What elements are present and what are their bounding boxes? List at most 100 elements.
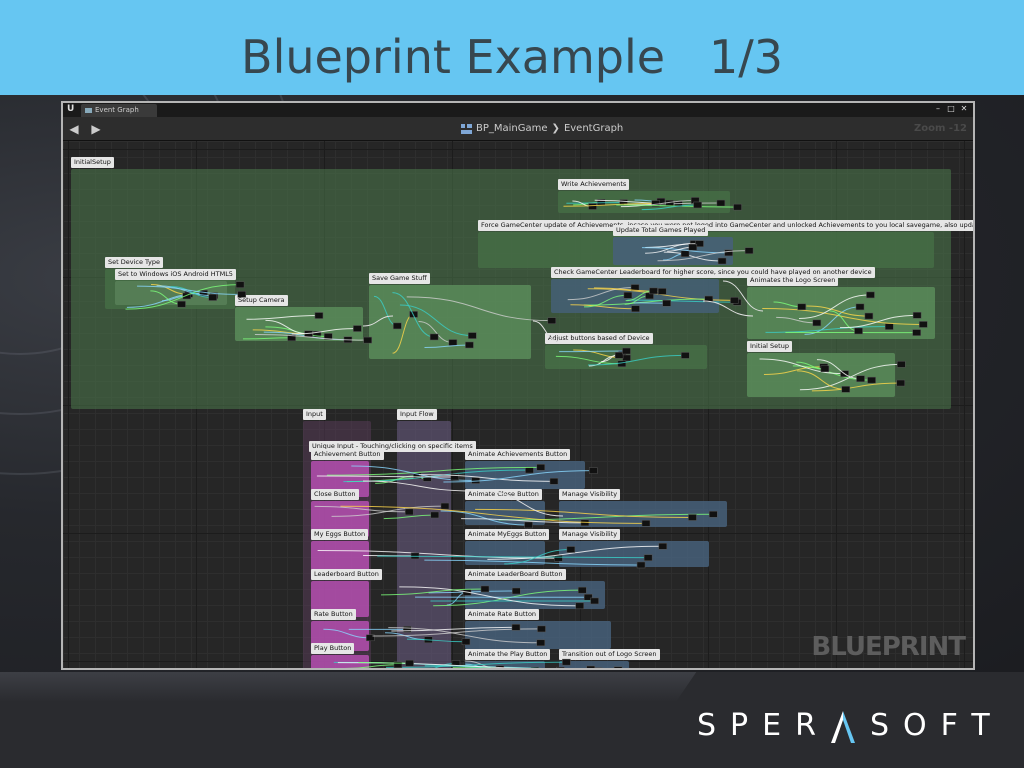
graph-node [797,303,806,311]
wire [440,510,529,526]
graph-node [631,305,640,313]
graph-node [363,336,372,344]
graph-node [590,597,599,605]
graph-node [688,514,697,521]
wire [532,320,559,342]
graph-node [912,312,922,319]
graph-node [658,543,668,550]
graph-node [353,325,362,332]
graph-node [681,352,690,359]
zoom-level: Zoom -12 [914,123,967,134]
wire [839,314,918,329]
graph-node [235,281,245,288]
graph-node [403,626,412,633]
graph-node [461,638,471,646]
graph-node [643,554,653,561]
wire [323,628,371,639]
sperasoft-chevron-icon [830,710,855,743]
wire [702,300,754,317]
graph-node [716,199,726,207]
graph-node [578,586,587,594]
slide-header: Blueprint Example 1/3 [0,0,1024,95]
graph-node [744,247,754,254]
graph-node [854,327,863,335]
graph-node [662,299,671,307]
wire [246,315,319,320]
graph-node [512,587,521,595]
maximize-button[interactable]: □ [946,104,956,114]
wire [406,638,466,643]
blueprint-watermark: BLUEPRINT [811,632,966,662]
graph-node [314,312,324,319]
graph-node [208,294,217,301]
graph-toolbar: ◀ ▶ BP_MainGame ❯ EventGraph Zoom -12 [63,117,973,141]
graph-node [724,249,733,257]
graph-node [556,666,565,668]
graph-node [866,291,875,299]
wire [392,292,435,338]
graph-node [730,297,739,304]
graph-node [897,361,906,368]
graph-node [586,665,595,668]
back-arrow-icon[interactable]: ◀ [67,122,81,136]
close-button[interactable]: ✕ [959,104,969,114]
graph-node [562,658,571,666]
graph-node [649,287,658,295]
wire [406,296,552,322]
event-graph-canvas[interactable]: InitialSetup Write Achievements Force Ga… [63,141,973,670]
graph-icon [85,108,92,113]
slide-title: Blueprint Example 1/3 [241,30,783,84]
graph-node [657,288,667,295]
graph-node [812,319,822,327]
graph-node [589,467,598,474]
graph-node [636,561,646,569]
graph-node [468,332,477,339]
graph-node [693,201,702,209]
graph-node [465,341,474,349]
wire [776,316,817,324]
breadcrumb: BP_MainGame ❯ EventGraph [461,122,623,136]
graph-node [717,257,727,265]
window-titlebar: U Event Graph – □ ✕ [63,103,973,117]
graph-node [537,625,546,633]
graph-node [680,250,690,257]
graph-node [622,354,631,362]
wire [570,304,636,310]
graph-node [237,291,247,298]
breadcrumb-blueprint[interactable]: BP_MainGame [476,122,548,136]
graph-node [593,667,603,668]
graph-node [547,317,557,324]
wire [383,514,435,520]
minimize-button[interactable]: – [933,104,943,114]
graph-node [912,329,921,336]
sperasoft-logo: SPER SOFT [697,706,1004,746]
graph-node [622,347,631,355]
graph-node [525,466,534,474]
graph-node [733,203,742,211]
graph-node [405,659,414,667]
graph-node [536,639,546,647]
wire [452,667,498,668]
graph-node [867,376,876,384]
tab-event-graph[interactable]: Event Graph [81,104,157,117]
graph-node [549,478,559,485]
blueprint-icon [461,124,472,134]
forward-arrow-icon[interactable]: ▶ [89,122,103,136]
graph-node [919,321,928,328]
graph-node [448,339,458,346]
wire [399,586,580,607]
graph-node [896,379,905,387]
graph-node [688,243,698,251]
wire [559,350,627,353]
graph-node [566,546,576,553]
graph-node [536,464,546,471]
graph-node [841,386,851,393]
graph-node [430,511,440,519]
wire [242,337,292,340]
breadcrumb-graph[interactable]: EventGraph [564,122,623,136]
graph-node [820,365,830,373]
logo-text: SPER SOFT [697,708,1004,744]
wire [368,669,535,670]
graph-node [709,511,718,518]
tab-label: Event Graph [95,106,139,114]
